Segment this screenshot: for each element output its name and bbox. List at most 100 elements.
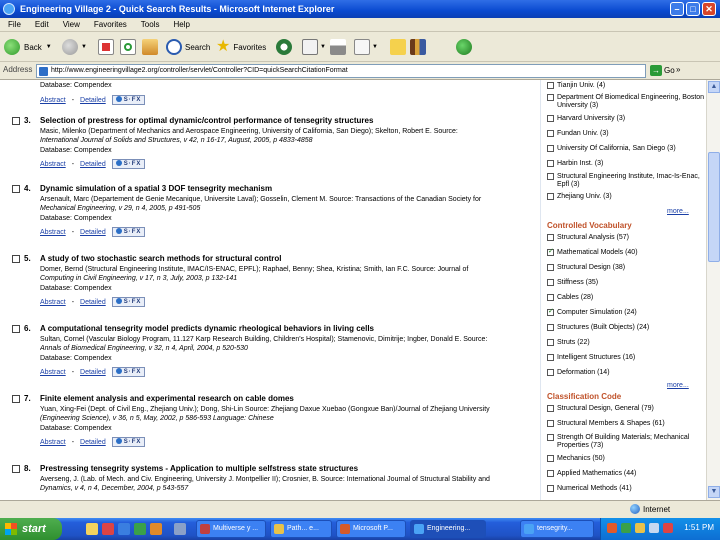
taskbar-button-active[interactable]: Engineering... xyxy=(410,520,486,538)
sfx-button[interactable]: S·FX xyxy=(111,159,146,169)
quicklaunch-icon[interactable] xyxy=(174,523,186,535)
record-checkbox[interactable] xyxy=(12,255,20,263)
facet-checkbox-checked[interactable] xyxy=(547,248,554,256)
facet-checkbox[interactable] xyxy=(547,369,554,376)
quicklaunch-icon[interactable] xyxy=(118,523,130,535)
quicklaunch-icon[interactable] xyxy=(134,523,146,535)
abstract-link[interactable]: Abstract xyxy=(40,229,66,236)
facet-checkbox[interactable] xyxy=(547,420,554,427)
abstract-link[interactable]: Abstract xyxy=(40,161,66,168)
tray-icon[interactable] xyxy=(607,523,617,533)
facet-checkbox[interactable] xyxy=(547,173,554,180)
facet-checkbox[interactable] xyxy=(547,193,554,200)
stop-button[interactable] xyxy=(98,36,114,58)
folder-button[interactable] xyxy=(390,36,406,58)
facet-checkbox[interactable] xyxy=(547,279,554,286)
mail-button[interactable]: ▼ xyxy=(302,36,326,58)
taskbar-button[interactable]: Path... e... xyxy=(270,520,332,538)
record-checkbox[interactable] xyxy=(12,395,20,403)
facet-checkbox[interactable] xyxy=(547,324,554,331)
detailed-link[interactable]: Detailed xyxy=(80,97,106,104)
menu-view[interactable]: View xyxy=(63,18,80,31)
quicklaunch-icon[interactable] xyxy=(102,523,114,535)
messenger-button[interactable] xyxy=(456,36,472,58)
facet-checkbox[interactable] xyxy=(547,354,554,361)
go-button[interactable]: → Go xyxy=(650,65,675,76)
record-checkbox[interactable] xyxy=(12,117,20,125)
tray-icon[interactable] xyxy=(649,523,659,533)
menu-help[interactable]: Help xyxy=(173,18,189,31)
maximize-button[interactable]: □ xyxy=(686,2,700,16)
start-button[interactable]: start xyxy=(0,518,62,540)
facet-checkbox[interactable] xyxy=(547,94,554,101)
links-chevron[interactable]: » xyxy=(676,65,680,74)
sfx-button[interactable]: S·FX xyxy=(111,297,146,307)
title-bar[interactable]: Engineering Village 2 - Quick Search Res… xyxy=(0,0,720,18)
facet-checkbox[interactable] xyxy=(547,160,554,167)
facet-checkbox[interactable] xyxy=(547,115,554,122)
tray-icon[interactable] xyxy=(663,523,673,533)
more-link[interactable]: more... xyxy=(667,382,689,389)
detailed-link[interactable]: Detailed xyxy=(80,229,106,236)
print-button[interactable] xyxy=(330,36,346,58)
search-button[interactable]: Search xyxy=(166,36,210,58)
taskbar-button[interactable]: Microsoft P... xyxy=(336,520,406,538)
record-title[interactable]: Dynamic simulation of a spatial 3 DOF te… xyxy=(40,184,272,193)
record-title[interactable]: A computational tensegrity model predict… xyxy=(40,324,374,333)
scroll-down-arrow[interactable]: ▼ xyxy=(708,486,720,498)
quicklaunch-icon[interactable] xyxy=(150,523,162,535)
tray-icon[interactable] xyxy=(635,523,645,533)
facet-checkbox[interactable] xyxy=(547,264,554,271)
back-button[interactable]: Back ▼ xyxy=(4,36,52,58)
tray-icon[interactable] xyxy=(621,523,631,533)
facet-checkbox[interactable] xyxy=(547,470,554,477)
quicklaunch-icon[interactable] xyxy=(86,523,98,535)
facet-checkbox[interactable] xyxy=(547,405,554,412)
facet-checkbox[interactable] xyxy=(547,434,554,441)
edit-button[interactable]: ▼ xyxy=(354,36,378,58)
facet-checkbox[interactable] xyxy=(547,294,554,301)
menu-favorites[interactable]: Favorites xyxy=(94,18,127,31)
facet-checkbox[interactable] xyxy=(547,485,554,492)
taskbar-button[interactable]: Multiverse y ... xyxy=(196,520,266,538)
abstract-link[interactable]: Abstract xyxy=(40,439,66,446)
record-title[interactable]: A study of two stochastic search methods… xyxy=(40,254,282,263)
sfx-button[interactable]: S·FX xyxy=(111,95,146,105)
facet-checkbox[interactable] xyxy=(547,234,554,241)
menu-edit[interactable]: Edit xyxy=(35,18,49,31)
detailed-link[interactable]: Detailed xyxy=(80,161,106,168)
sfx-button[interactable]: S·FX xyxy=(111,227,146,237)
close-button[interactable]: ✕ xyxy=(702,2,716,16)
address-input[interactable]: http://www.engineeringvillage2.org/contr… xyxy=(36,64,646,78)
menu-tools[interactable]: Tools xyxy=(141,18,160,31)
history-button[interactable] xyxy=(276,36,292,58)
facet-checkbox[interactable] xyxy=(547,82,554,89)
facet-checkbox[interactable] xyxy=(547,130,554,137)
home-button[interactable] xyxy=(142,36,158,58)
abstract-link[interactable]: Abstract xyxy=(40,369,66,376)
facet-checkbox[interactable] xyxy=(547,339,554,346)
forward-button[interactable]: ▼ xyxy=(62,36,87,58)
favorites-button[interactable]: ★ Favorites xyxy=(216,36,266,58)
record-title[interactable]: Selection of prestress for optimal dynam… xyxy=(40,116,373,125)
detailed-link[interactable]: Detailed xyxy=(80,369,106,376)
record-checkbox[interactable] xyxy=(12,185,20,193)
research-button[interactable] xyxy=(410,36,426,58)
record-checkbox[interactable] xyxy=(12,465,20,473)
taskbar-button[interactable]: tensegrity... xyxy=(520,520,594,538)
detailed-link[interactable]: Detailed xyxy=(80,299,106,306)
minimize-button[interactable]: – xyxy=(670,2,684,16)
scroll-thumb[interactable] xyxy=(708,152,720,262)
record-title[interactable]: Prestressing tensegrity systems - Applic… xyxy=(40,464,358,473)
facet-checkbox-checked[interactable] xyxy=(547,308,554,316)
facet-checkbox[interactable] xyxy=(547,145,554,152)
abstract-link[interactable]: Abstract xyxy=(40,97,66,104)
sfx-button[interactable]: S·FX xyxy=(111,437,146,447)
scroll-up-arrow[interactable]: ▲ xyxy=(708,81,720,93)
record-checkbox[interactable] xyxy=(12,325,20,333)
sfx-button[interactable]: S·FX xyxy=(111,367,146,377)
vertical-scrollbar[interactable]: ▲ ▼ xyxy=(706,80,720,500)
facet-checkbox[interactable] xyxy=(547,455,554,462)
record-title[interactable]: Finite element analysis and experimental… xyxy=(40,394,294,403)
refresh-button[interactable] xyxy=(120,36,136,58)
